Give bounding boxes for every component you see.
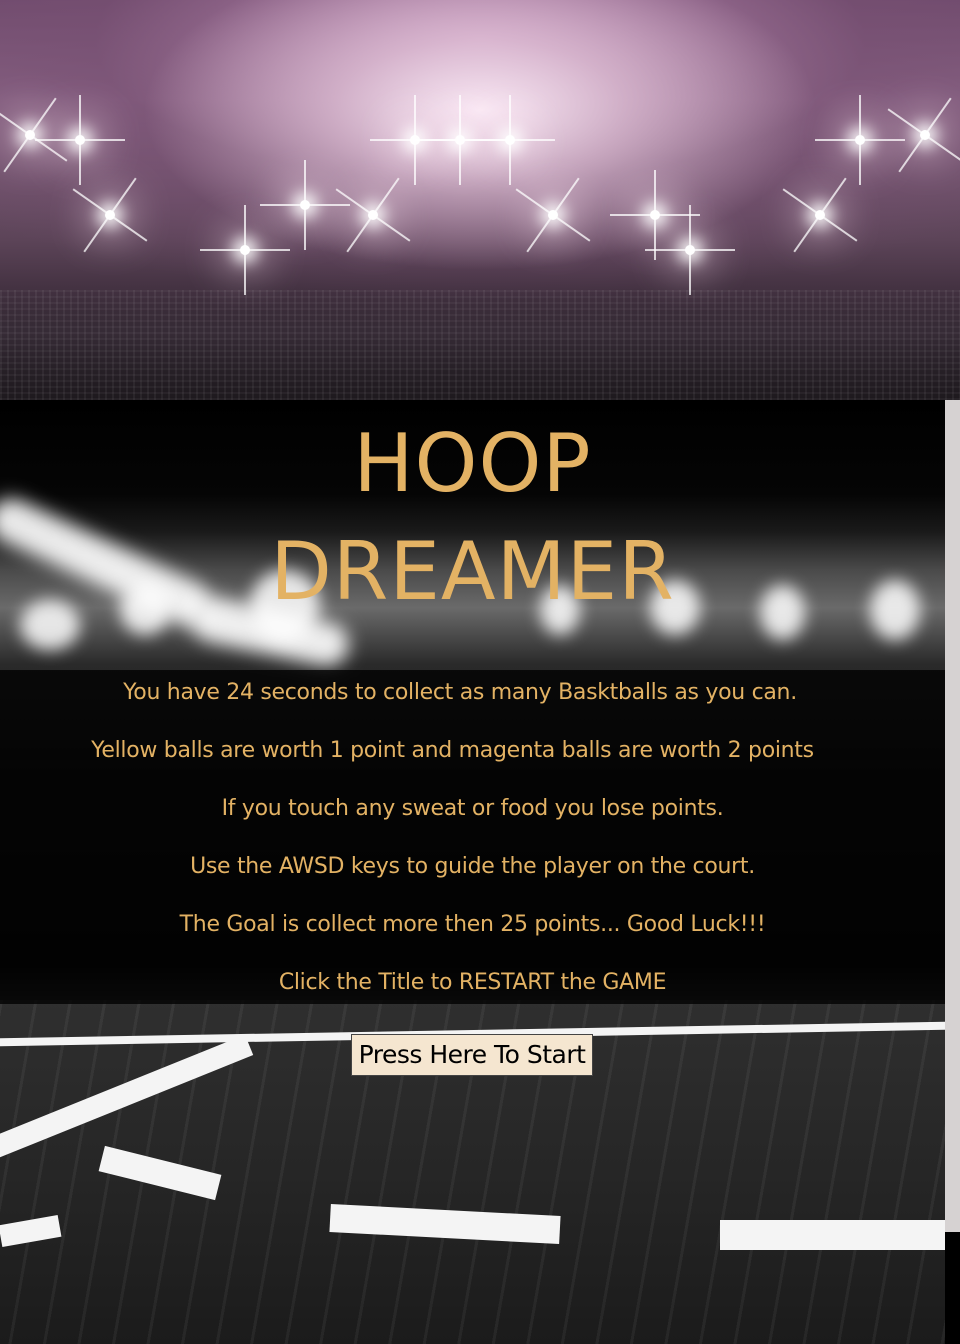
instruction-line: Click the Title to RESTART the GAME: [278, 970, 667, 995]
stadium-light: [548, 210, 558, 220]
game-page: HOOP DREAMER You have 24 seconds to coll…: [0, 0, 960, 1344]
instruction-line: Yellow balls are worth 1 point and magen…: [91, 738, 814, 763]
stadium-light: [455, 135, 465, 145]
court-line: [98, 1145, 222, 1201]
title-line-2: DREAMER: [270, 525, 675, 618]
instructions-panel: You have 24 seconds to collect as many B…: [0, 670, 945, 1004]
stadium-light: [240, 245, 250, 255]
stadium-light: [855, 135, 865, 145]
stadium-light: [815, 210, 825, 220]
stadium-light: [25, 130, 35, 140]
stadium-light: [920, 130, 930, 140]
instruction-line: If you touch any sweat or food you lose …: [221, 796, 724, 821]
stadium-light: [105, 210, 115, 220]
scrollbar[interactable]: [945, 400, 960, 1344]
court-line: [720, 1220, 945, 1250]
crowd-silhouette: [0, 290, 960, 400]
start-button[interactable]: Press Here To Start: [351, 1034, 593, 1076]
court-line: [0, 1214, 62, 1248]
game-title[interactable]: HOOP DREAMER: [0, 410, 945, 626]
stadium-light: [505, 135, 515, 145]
instruction-line: The Goal is collect more then 25 points.…: [179, 912, 766, 937]
court-line: [0, 1034, 254, 1168]
stadium-light: [75, 135, 85, 145]
title-line-1: HOOP: [353, 417, 592, 510]
stadium-light: [368, 210, 378, 220]
stadium-light: [685, 245, 695, 255]
court-line: [329, 1204, 561, 1244]
arena-lights-banner: [0, 0, 960, 400]
stadium-light: [650, 210, 660, 220]
scrollbar-thumb[interactable]: [945, 400, 960, 1232]
instruction-line: Use the AWSD keys to guide the player on…: [190, 854, 755, 879]
instruction-line: You have 24 seconds to collect as many B…: [123, 680, 797, 705]
stadium-light: [300, 200, 310, 210]
